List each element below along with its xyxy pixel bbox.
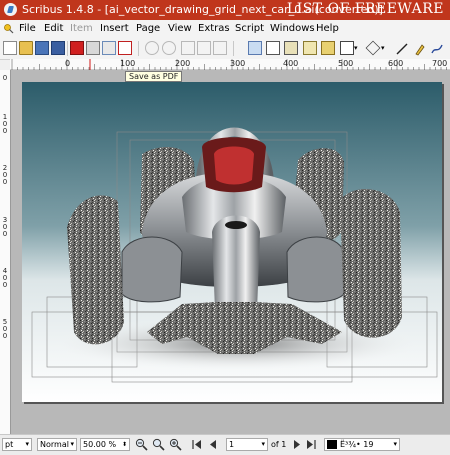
chevron-down-icon: ▾ [393,440,397,448]
undo-icon[interactable] [145,41,159,55]
menu-windows[interactable]: Windows [270,23,315,34]
copy-icon[interactable] [197,41,211,55]
ruler-label: 200 [175,59,191,68]
save-as-pdf-tooltip: Save as PDF [125,71,183,82]
render-frame-icon[interactable] [303,41,317,55]
ruler-label: 5 0 0 [2,318,8,340]
ruler-label: 700 [432,59,448,68]
nose-intake [225,221,247,229]
menu-view[interactable]: View [168,23,192,34]
car-illustration[interactable] [22,82,442,402]
title-bar: Scribus 1.4.8 - [ai_vector_drawing_grid_… [0,0,450,20]
first-page-icon[interactable] [190,438,203,451]
freehand-line-icon[interactable] [430,41,444,55]
layer-select[interactable]: Ë³¾• 19 ▾ [324,438,400,451]
bezier-pen-icon[interactable] [413,41,427,56]
menu-edit[interactable]: Edit [44,23,63,34]
ruler-label: 0 [65,59,71,68]
menu-item[interactable]: Item [70,23,93,34]
chevron-down-icon: ▾ [261,440,265,448]
front-wheel-left [67,195,124,345]
text-frame-icon[interactable] [266,41,280,55]
select-item-icon[interactable] [248,41,262,55]
chevron-down-icon[interactable]: ▾ [381,41,387,55]
page-select[interactable]: 1 ▾ [226,438,268,451]
toolbar-separator [138,41,139,56]
side-pod-right [286,236,345,303]
vertical-ruler[interactable]: 0 1 0 0 2 0 0 3 0 0 4 0 0 5 0 0 [0,70,11,434]
polygon-icon[interactable] [365,40,381,56]
print-icon[interactable] [86,41,100,55]
open-folder-icon[interactable] [19,41,33,55]
zoom-value: 50.00 % [83,440,117,449]
ruler-label: 400 [283,59,299,68]
zoom-100-icon[interactable] [152,438,165,451]
shape-icon[interactable] [340,41,354,55]
redo-icon[interactable] [162,41,176,55]
close-document-icon[interactable] [70,41,84,55]
scribus-app-icon [4,3,17,16]
cut-icon[interactable] [181,41,195,55]
layer-color-swatch [327,440,337,449]
document-page[interactable] [22,82,442,402]
table-icon[interactable] [321,41,335,55]
zoom-field[interactable]: 50.00 % ⬍ [80,438,130,451]
ruler-label: 300 [230,59,246,68]
layer-value: Ë³¾• 19 [340,440,374,449]
page-count-label: of 1 [271,440,287,449]
preflight-icon[interactable] [102,41,116,55]
menu-script[interactable]: Script [235,23,264,34]
menu-bar: File Edit Item Insert Page View Extras S… [0,20,450,38]
front-wheel-right [340,188,402,338]
line-icon[interactable] [395,41,409,55]
ruler-label: 4 0 0 [2,267,8,289]
next-page-icon[interactable] [291,438,304,451]
chevron-down-icon: ▾ [70,440,74,448]
watermark-text: LIST OF FREEWARE [286,1,444,17]
save-icon[interactable] [35,41,49,55]
chevron-down-icon[interactable]: ▾ [354,41,360,55]
view-mode-select[interactable]: Normal ▾ [37,438,77,451]
last-page-icon[interactable] [305,438,318,451]
toolbar-separator [67,41,68,56]
seat-cushion [214,146,254,185]
paste-icon[interactable] [213,41,227,55]
ruler-label: 0 [2,74,8,82]
save-as-pdf-icon[interactable] [118,41,132,55]
previous-page-icon[interactable] [206,438,219,451]
document-canvas[interactable] [11,70,450,434]
menu-extras[interactable]: Extras [198,23,230,34]
menu-file[interactable]: File [19,23,36,34]
ruler-label: 600 [388,59,404,68]
zoom-in-icon[interactable] [169,438,182,451]
save-as-icon[interactable] [51,41,65,55]
ruler-label: 2 0 0 [2,164,8,186]
zoom-out-icon[interactable] [135,438,148,451]
unit-value: pt [5,440,14,449]
toolbar-separator [233,41,234,56]
status-bar: pt ▾ Normal ▾ 50.00 % ⬍ 1 ▾ of 1 Ë³¾• 19… [0,434,450,455]
ruler-label: 500 [338,59,354,68]
chevron-down-icon: ▾ [25,440,29,448]
menu-insert[interactable]: Insert [100,23,129,34]
main-toolbar: ▾ ▾ [0,38,450,60]
ruler-label: 100 [120,59,136,68]
new-document-icon[interactable] [3,41,17,55]
image-frame-icon[interactable] [284,41,298,55]
unit-select[interactable]: pt ▾ [2,438,32,451]
side-pod-left [121,236,183,303]
ruler-label: 3 0 0 [2,216,8,238]
menu-help[interactable]: Help [316,23,339,34]
ruler-label: 1 0 0 [2,113,8,135]
spin-icon: ⬍ [121,441,127,448]
view-mode-value: Normal [40,440,69,449]
page-value: 1 [229,440,235,449]
pin-icon[interactable] [3,23,14,34]
menu-page[interactable]: Page [136,23,160,34]
